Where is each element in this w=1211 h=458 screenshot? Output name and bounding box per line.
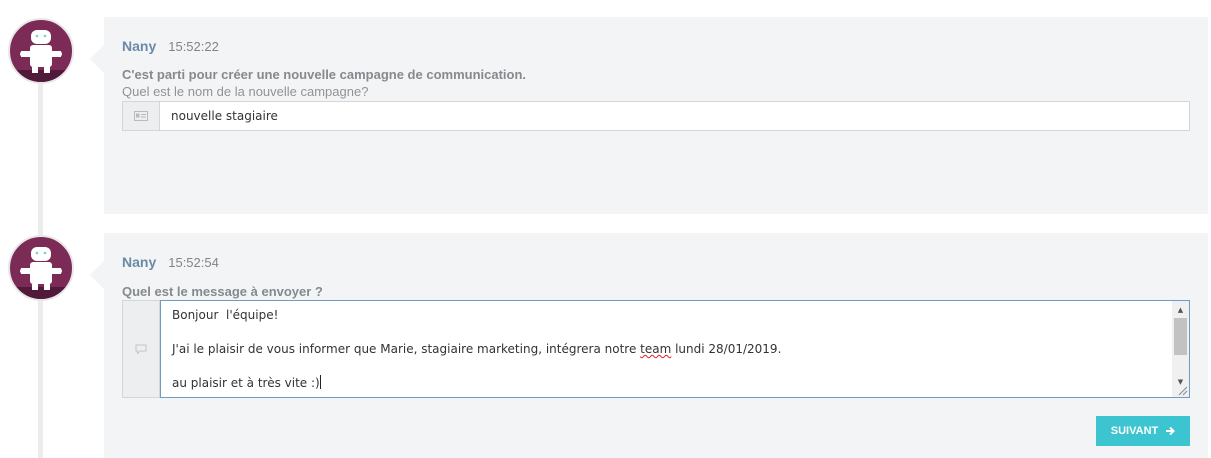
campaign-name-input[interactable]	[160, 102, 1189, 130]
misspelled-word: team	[640, 342, 672, 356]
resize-grip-icon[interactable]	[1176, 384, 1188, 396]
next-button-label: SUIVANT	[1110, 425, 1159, 437]
scroll-thumb[interactable]	[1174, 318, 1187, 355]
text-segment: lundi 28/01/2019.	[671, 342, 782, 356]
textarea-line-2: J'ai le plaisir de vous informer que Mar…	[172, 341, 1159, 358]
chat-message-2: Nany 15:52:54 Quel est le message à envo…	[90, 233, 1208, 458]
textarea-line-blank	[172, 358, 1159, 375]
message-header: Nany 15:52:54	[122, 254, 219, 270]
textarea-line-3: au plaisir et à très vite :)	[172, 375, 1159, 392]
text-segment: J'ai le plaisir de vous informer que Mar…	[172, 342, 641, 356]
id-card-icon	[123, 102, 160, 130]
message-time: 15:52:22	[168, 39, 219, 54]
question-title: C'est parti pour créer une nouvelle camp…	[122, 67, 527, 82]
campaign-name-field	[122, 101, 1190, 131]
message-time: 15:52:54	[168, 255, 219, 270]
robot-icon	[10, 30, 72, 82]
text-segment: au plaisir et à très vite :)	[172, 376, 320, 390]
textarea-scrollbar[interactable]: ▲ ▼	[1172, 301, 1189, 397]
chat-message-1: Nany 15:52:22 C'est parti pour créer une…	[90, 17, 1208, 214]
bot-avatar	[8, 235, 74, 301]
message-author: Nany	[122, 254, 157, 270]
message-textarea[interactable]: Bonjour l'équipe! J'ai le plaisir de vou…	[160, 300, 1190, 398]
message-header: Nany 15:52:22	[122, 38, 219, 54]
textarea-line-blank	[172, 324, 1159, 341]
bot-avatar	[8, 18, 74, 84]
textarea-line-1: Bonjour l'équipe!	[172, 308, 279, 322]
message-author: Nany	[122, 38, 157, 54]
arrow-right-icon	[1166, 426, 1176, 436]
question-subtitle: Quel est le nom de la nouvelle campagne?	[122, 84, 369, 99]
next-button[interactable]: SUIVANT	[1096, 416, 1190, 446]
robot-icon	[10, 247, 72, 299]
comment-icon	[123, 301, 160, 397]
message-field: Bonjour l'équipe! J'ai le plaisir de vou…	[122, 300, 1190, 398]
scroll-up-arrow-icon[interactable]: ▲	[1172, 303, 1189, 317]
text-caret	[319, 375, 321, 389]
question-title: Quel est le message à envoyer ?	[122, 284, 323, 299]
